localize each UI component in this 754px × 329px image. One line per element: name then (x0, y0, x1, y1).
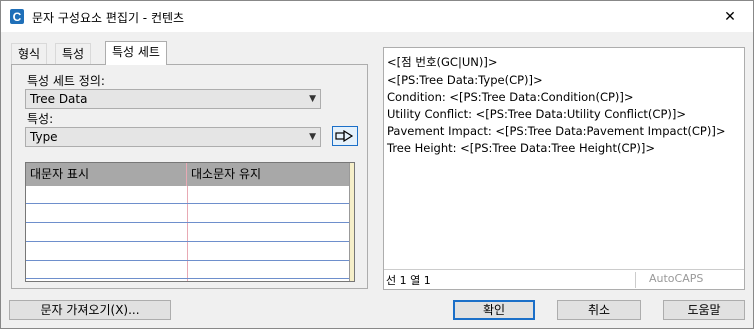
grid-scrollbar[interactable] (349, 163, 354, 281)
property-dropdown[interactable]: Type ▼ (25, 127, 321, 147)
window-title: 문자 구성요소 편집기 - 컨텐츠 (32, 11, 185, 25)
table-row[interactable] (26, 278, 351, 279)
status-brand: AutoCAPS (649, 272, 704, 285)
tab-properties[interactable]: 특성 (55, 43, 92, 64)
tab-format[interactable]: 형식 (11, 43, 48, 64)
status-divider (635, 272, 636, 288)
column-header-preserve-case[interactable]: 대소문자 유지 (187, 163, 351, 186)
text-component-editor-window: C 문자 구성요소 편집기 - 컨텐츠 ✕ 형식 특성 특성 세트 특성 세트 … (0, 0, 754, 329)
editor-line: Condition: <[PS:Tree Data:Condition(CP)]… (387, 90, 634, 104)
cancel-button[interactable]: 취소 (557, 300, 641, 320)
editor-line: Utility Conflict: <[PS:Tree Data:Utility… (387, 107, 686, 121)
cursor-position: 선 1 열 1 (386, 274, 431, 287)
insert-arrow-icon (335, 130, 354, 142)
table-row[interactable] (26, 241, 351, 242)
grid-header: 대문자 표시 대소문자 유지 (26, 163, 351, 186)
editor-line: <[점 번호(GC|UN)]> (387, 55, 498, 69)
editor-status-bar: 선 1 열 1 AutoCAPS (384, 269, 744, 289)
editor-line: <[PS:Tree Data:Type(CP)]> (387, 73, 543, 87)
content-editor[interactable]: <[점 번호(GC|UN)]> <[PS:Tree Data:Type(CP)]… (383, 47, 745, 290)
table-row[interactable] (26, 260, 351, 261)
property-set-dropdown-value: Tree Data (30, 92, 88, 106)
ok-button[interactable]: 확인 (453, 300, 535, 320)
tab-property-sets[interactable]: 특성 세트 (105, 41, 167, 65)
app-icon: C (10, 9, 24, 24)
title-bar: C 문자 구성요소 편집기 - 컨텐츠 ✕ (1, 1, 753, 32)
property-dropdown-value: Type (30, 130, 58, 144)
property-set-dropdown[interactable]: Tree Data ▼ (25, 89, 321, 109)
chevron-down-icon: ▼ (309, 132, 316, 142)
text-case-grid[interactable]: 대문자 표시 대소문자 유지 (25, 162, 355, 282)
editor-line: Tree Height: <[PS:Tree Data:Tree Height(… (387, 141, 656, 155)
close-icon[interactable]: ✕ (707, 1, 753, 32)
table-row[interactable] (26, 203, 351, 204)
column-header-uppercase[interactable]: 대문자 표시 (26, 163, 187, 186)
grid-column-divider (187, 186, 188, 281)
property-set-definition-label: 특성 세트 정의: (27, 74, 105, 88)
table-row[interactable] (26, 222, 351, 223)
chevron-down-icon: ▼ (309, 94, 316, 104)
import-text-button[interactable]: 문자 가져오기(X)... (9, 300, 171, 320)
editor-line: Pavement Impact: <[PS:Tree Data:Pavement… (387, 124, 726, 138)
insert-property-button[interactable] (332, 126, 358, 146)
property-label: 특성: (27, 112, 54, 126)
help-button[interactable]: 도움말 (663, 300, 745, 320)
